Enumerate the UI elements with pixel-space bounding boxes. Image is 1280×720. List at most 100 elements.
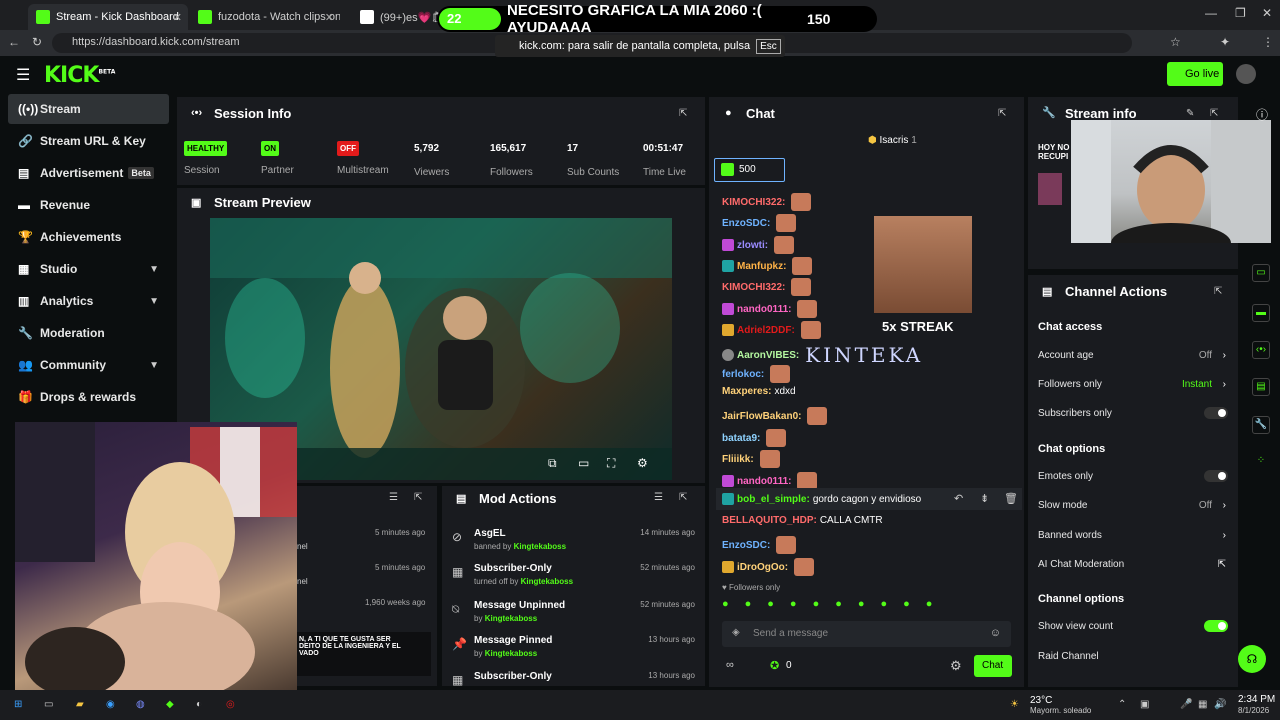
tab-stream-dashboard[interactable]: Stream - Kick Dashboard ✕ — [28, 4, 188, 30]
edit-icon[interactable]: ✎ — [1186, 108, 1194, 119]
sidebar-item-stream[interactable]: ((•)) Stream — [8, 94, 169, 124]
mod-action-item[interactable]: ⍉ Message Unpinned by Kingtekaboss 52 min… — [452, 600, 695, 623]
rail-broadcast-icon[interactable]: ‹•› — [1252, 341, 1270, 359]
filter-icon[interactable]: ☰ — [389, 492, 398, 503]
kick-logo[interactable]: KICKBETA — [44, 63, 115, 88]
chat-message[interactable]: KIMOCHI322: — [722, 278, 812, 296]
start-icon[interactable]: ⊞ — [14, 699, 22, 710]
chat-message[interactable]: iDroOgOo: — [722, 558, 815, 576]
mod-action-item[interactable]: ⊘ AsgEL banned by Kingtekaboss 14 minutes… — [452, 528, 695, 551]
send-chat-button[interactable]: Chat — [974, 655, 1012, 677]
raid-channel-row[interactable]: Raid Channel — [1038, 651, 1228, 662]
chat-message[interactable]: EnzoSDC: — [722, 536, 797, 554]
chrome-icon[interactable]: ◎ — [226, 699, 235, 710]
mod-action-item[interactable]: 📌 Message Pinned by Kingtekaboss 13 hours… — [452, 635, 695, 658]
expand-icon[interactable]: ⇱ — [679, 108, 687, 119]
expand-icon[interactable]: ⇱ — [414, 492, 422, 503]
chat-message[interactable]: EnzoSDC: — [722, 214, 797, 232]
tray-app-icon[interactable]: ▣ — [1140, 699, 1149, 710]
chat-message[interactable]: Fliiikk: — [722, 450, 780, 468]
emotes-only-toggle[interactable] — [1204, 470, 1228, 482]
info-icon[interactable]: ⓘ — [1256, 106, 1268, 123]
chat-message[interactable]: Maxperes: xdxd — [722, 386, 796, 397]
sidebar-item-moderation[interactable]: 🔧 Moderation — [8, 318, 169, 348]
support-button[interactable]: ☊ — [1238, 645, 1266, 673]
pin-message-icon[interactable]: ⇟ — [980, 492, 989, 505]
show-view-count-toggle[interactable] — [1204, 620, 1228, 632]
emotes-only-row[interactable]: Emotes only — [1038, 470, 1228, 482]
chat-message[interactable]: KIMOCHI322: — [722, 193, 812, 211]
tab-clips[interactable]: fuzodota - Watch clips on Kick ✕ — [190, 4, 340, 30]
delete-icon[interactable]: 🗑 — [1004, 492, 1018, 505]
chat-message[interactable]: zlowti: — [722, 236, 795, 254]
fullscreen-icon[interactable]: ⛶ — [607, 456, 615, 471]
sidebar-item-achievements[interactable]: 🏆 Achievements — [8, 222, 169, 252]
go-live-button[interactable]: Go live — [1167, 62, 1223, 86]
obs-icon[interactable]: ◐ — [196, 699, 202, 710]
rail-panel-icon[interactable]: ▭ — [1252, 264, 1270, 282]
sidebar-item-drops-rewards[interactable]: 🎁 Drops & rewards — [8, 382, 169, 412]
expand-icon[interactable]: ⇱ — [998, 108, 1006, 119]
avatar[interactable] — [1236, 64, 1256, 84]
close-window-icon[interactable]: ✕ — [1262, 6, 1272, 20]
reload-icon[interactable]: ↻ — [32, 35, 42, 49]
chat-settings-icon[interactable]: ⚙ — [950, 658, 962, 674]
tray-up-icon[interactable]: ⌃ — [1118, 699, 1126, 710]
chat-message[interactable]: ferlokoc: — [722, 365, 791, 383]
discord-icon[interactable]: ◍ — [136, 699, 145, 710]
sidebar-item-analytics[interactable]: ▥ Analytics ▼ — [8, 286, 169, 316]
show-view-count-row[interactable]: Show view count — [1038, 620, 1228, 632]
pip-icon[interactable]: ⧉ — [548, 456, 557, 471]
expand-icon[interactable]: ⇱ — [1214, 286, 1222, 297]
rail-more-icon[interactable]: ⁘ — [1252, 453, 1270, 471]
tab-tiktok[interactable]: (99+)es💗🛍 | Tik — [352, 4, 442, 30]
maximize-icon[interactable]: ❐ — [1235, 6, 1246, 20]
mic-icon[interactable]: 🎤 — [1180, 699, 1192, 710]
sidebar-item-stream-url-key[interactable]: 🔗 Stream URL & Key — [8, 126, 169, 156]
chat-message[interactable]: batata9: — [722, 429, 787, 447]
emoji-icon[interactable]: ☺ — [990, 627, 1001, 639]
filter-icon[interactable]: ☰ — [654, 492, 663, 503]
minimize-icon[interactable]: — — [1205, 6, 1217, 20]
chat-input[interactable]: ◈ Send a message ☺ — [722, 621, 1011, 647]
back-icon[interactable]: ← — [8, 35, 20, 49]
subscribers-only-toggle[interactable] — [1204, 407, 1228, 419]
sidebar-item-advertisement[interactable]: ▤ Advertisement Beta — [8, 158, 169, 188]
kick-app-icon[interactable]: ◆ — [166, 699, 174, 710]
close-tab-icon[interactable]: ✕ — [325, 11, 334, 24]
rail-chat-icon[interactable]: ▬ — [1252, 304, 1270, 322]
emote-bar[interactable]: ●●●●●●●●●● — [722, 598, 1012, 614]
chat-message[interactable]: Manfupkz: — [722, 257, 813, 275]
reply-icon[interactable]: ↶ — [954, 492, 963, 505]
slow-mode-row[interactable]: Slow mode Off › — [1038, 500, 1228, 511]
theater-icon[interactable]: ▭ — [578, 456, 589, 470]
explorer-icon[interactable]: ▰ — [76, 699, 84, 710]
mod-action-item[interactable]: ▦ Subscriber-Only turned off by Kingtekab… — [452, 563, 695, 586]
menu-dots-icon[interactable]: ⋮ — [1262, 35, 1274, 49]
task-view-icon[interactable]: ▭ — [44, 699, 53, 710]
goal-chip[interactable]: 500 — [714, 158, 785, 182]
sidebar-item-studio[interactable]: ▦ Studio ▼ — [8, 254, 169, 284]
hamburger-menu-icon[interactable]: ☰ — [16, 65, 30, 85]
volume-icon[interactable]: 🔊 — [1214, 699, 1226, 710]
banned-words-row[interactable]: Banned words › — [1038, 530, 1228, 541]
chat-message[interactable]: bob_el_simple: gordo cagon y envidioso — [722, 493, 921, 505]
sidebar-item-community[interactable]: 👥 Community ▼ — [8, 350, 169, 380]
expand-icon[interactable]: ⇱ — [679, 492, 687, 503]
network-icon[interactable]: ▦ — [1198, 699, 1207, 710]
sidebar-item-revenue[interactable]: ▬ Revenue — [8, 190, 169, 220]
extensions-icon[interactable]: ✦ — [1220, 35, 1230, 49]
chat-message[interactable]: nando0111: — [722, 300, 818, 318]
mod-action-item[interactable]: ▦ Subscriber-Only 13 hours ago — [452, 671, 695, 687]
settings-icon[interactable]: ⚙ — [637, 456, 648, 470]
chat-message[interactable]: Adriel2DDF: — [722, 321, 821, 339]
expand-icon[interactable]: ⇱ — [1210, 108, 1218, 119]
ai-moderation-row[interactable]: AI Chat Moderation ⇱ — [1038, 559, 1228, 570]
edge-icon[interactable]: ◉ — [106, 699, 115, 710]
star-icon[interactable]: ☆ — [1170, 35, 1181, 49]
close-tab-icon[interactable]: ✕ — [173, 11, 182, 24]
account-age-row[interactable]: Account age Off › — [1038, 350, 1228, 361]
subscribers-only-row[interactable]: Subscribers only — [1038, 407, 1228, 419]
chat-message[interactable]: BELLAQUITO_HDP: CALLA CMTR — [722, 515, 883, 526]
rail-layout-icon[interactable]: ▤ — [1252, 378, 1270, 396]
